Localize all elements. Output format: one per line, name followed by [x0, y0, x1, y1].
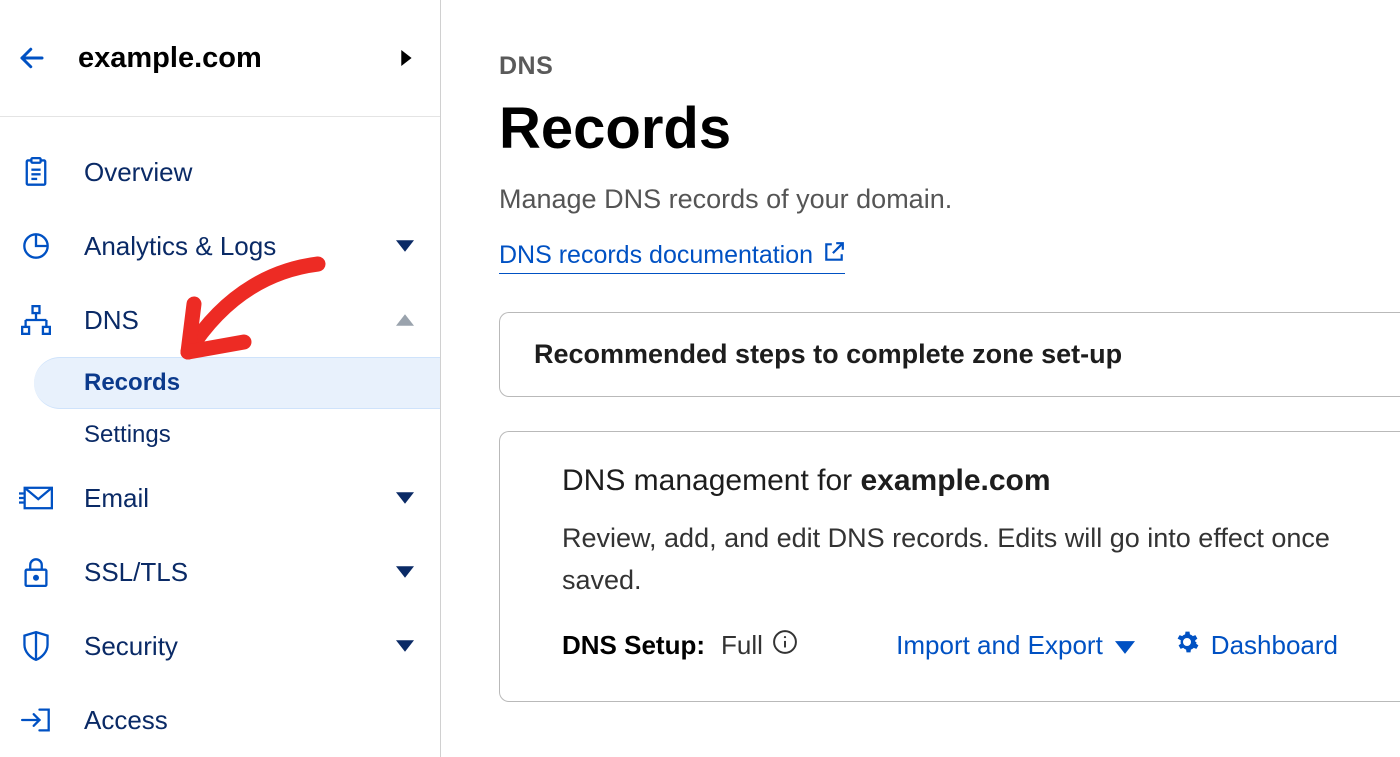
envelope-icon — [18, 480, 54, 516]
lock-icon — [18, 554, 54, 590]
dns-management-panel: DNS management for example.com Review, a… — [499, 431, 1400, 702]
chevron-down-icon — [390, 631, 420, 661]
page-title: Records — [499, 95, 1400, 162]
clipboard-icon — [18, 154, 54, 190]
dns-setup-value-text: Full — [721, 630, 763, 661]
breadcrumb: DNS — [499, 52, 1400, 81]
import-export-label: Import and Export — [896, 630, 1103, 661]
domain-name[interactable]: example.com — [78, 42, 392, 75]
sidebar-item-overview[interactable]: Overview — [0, 135, 440, 209]
back-icon[interactable] — [12, 38, 52, 78]
external-link-icon — [823, 241, 845, 270]
chevron-down-icon — [390, 231, 420, 261]
dns-management-title: DNS management for example.com — [562, 464, 1338, 498]
sidebar: example.com Overview Analytics & Logs — [0, 0, 441, 757]
chevron-down-icon — [390, 557, 420, 587]
sidebar-subitem-settings[interactable]: Settings — [0, 409, 440, 461]
dns-docs-link-label: DNS records documentation — [499, 241, 813, 270]
dns-management-row: DNS Setup: Full Import and Export — [562, 630, 1338, 661]
sidebar-item-security[interactable]: Security — [0, 609, 440, 683]
sidebar-nav: Overview Analytics & Logs DNS — [0, 117, 440, 757]
dns-setup-value: Full — [721, 630, 797, 661]
sidebar-item-label: Email — [84, 483, 390, 514]
dns-setup-label: DNS Setup: — [562, 630, 705, 661]
recommended-steps-panel[interactable]: Recommended steps to complete zone set-u… — [499, 312, 1400, 397]
sidebar-item-label: SSL/TLS — [84, 557, 390, 588]
sidebar-item-dns[interactable]: DNS — [0, 283, 440, 357]
gear-icon — [1175, 630, 1199, 661]
shield-icon — [18, 628, 54, 664]
dashboard-button[interactable]: Dashboard — [1175, 630, 1338, 661]
sitemap-icon — [18, 302, 54, 338]
sidebar-dns-subnav: Records Settings — [0, 357, 440, 461]
main-content: DNS Records Manage DNS records of your d… — [441, 0, 1400, 757]
dns-docs-link[interactable]: DNS records documentation — [499, 241, 845, 274]
recommended-steps-title: Recommended steps to complete zone set-u… — [534, 339, 1366, 370]
sidebar-item-label: DNS — [84, 305, 390, 336]
dashboard-label: Dashboard — [1211, 630, 1338, 661]
info-icon[interactable] — [773, 630, 797, 661]
sidebar-item-access[interactable]: Access — [0, 683, 440, 757]
sidebar-item-label: Security — [84, 631, 390, 662]
sidebar-item-analytics[interactable]: Analytics & Logs — [0, 209, 440, 283]
sidebar-subitem-label: Settings — [84, 421, 171, 449]
import-export-button[interactable]: Import and Export — [896, 630, 1135, 661]
sidebar-item-label: Access — [84, 705, 420, 736]
chevron-up-icon — [390, 305, 420, 335]
dns-management-title-domain: example.com — [860, 464, 1050, 497]
pie-chart-icon — [18, 228, 54, 264]
domain-switcher-caret-icon[interactable] — [392, 43, 422, 73]
sidebar-item-ssl-tls[interactable]: SSL/TLS — [0, 535, 440, 609]
sidebar-subitem-records[interactable]: Records — [34, 357, 440, 409]
domain-header: example.com — [0, 0, 440, 117]
sidebar-item-label: Overview — [84, 157, 420, 188]
chevron-down-icon — [390, 483, 420, 513]
page-subtitle: Manage DNS records of your domain. — [499, 184, 1400, 215]
sidebar-item-label: Analytics & Logs — [84, 231, 390, 262]
dns-management-desc: Review, add, and edit DNS records. Edits… — [562, 518, 1338, 602]
sidebar-subitem-label: Records — [84, 369, 180, 397]
dns-management-title-prefix: DNS management for — [562, 464, 860, 497]
sidebar-item-email[interactable]: Email — [0, 461, 440, 535]
chevron-down-icon — [1115, 630, 1135, 661]
login-icon — [18, 702, 54, 738]
